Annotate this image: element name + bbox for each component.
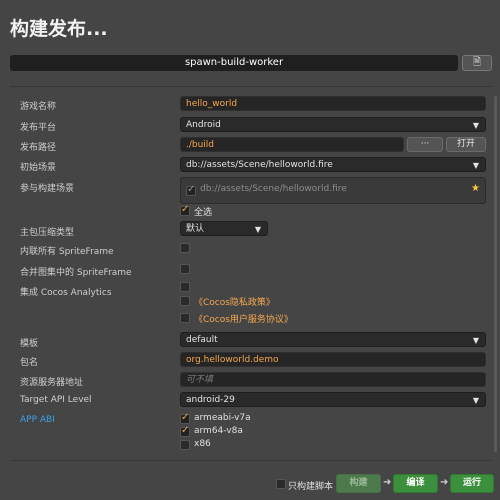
abi-arm64-label: arm64-v8a	[194, 426, 243, 436]
page-title: 构建发布...	[10, 18, 108, 40]
chevron-down-icon: ▼	[254, 225, 261, 234]
build-path-label: 发布路径	[20, 143, 57, 153]
package-label: 包名	[20, 358, 39, 368]
abi-armeabi-checkbox[interactable]	[180, 412, 190, 424]
start-scene-select[interactable]: db://assets/Scene/helloworld.fire ▼	[180, 157, 486, 172]
worker-bar: spawn-build-worker	[10, 55, 458, 71]
resource-server-input[interactable]: 可不填	[180, 372, 486, 387]
inline-spriteframe-label: 内联所有 SpriteFrame	[20, 247, 114, 257]
footer-divider	[10, 460, 492, 461]
select-all-label: 全选	[194, 208, 213, 218]
chevron-down-icon: ▼	[472, 121, 479, 130]
compression-value: 默认	[186, 224, 205, 234]
included-scenes-label: 参与构建场景	[20, 184, 75, 194]
template-value: default	[186, 335, 218, 345]
arrow-right-icon: ➜	[383, 477, 392, 488]
build-script-only-checkbox[interactable]	[276, 479, 286, 489]
start-scene-value: db://assets/Scene/helloworld.fire	[186, 160, 333, 170]
chevron-down-icon: ▼	[472, 396, 479, 405]
compile-button[interactable]: 编译	[393, 474, 438, 493]
arrow-right-icon: ➜	[440, 477, 449, 488]
compression-label: 主包压缩类型	[20, 228, 75, 238]
scene-checkbox[interactable]	[186, 184, 196, 196]
build-button[interactable]: 构建	[336, 474, 381, 493]
select-all-checkbox[interactable]	[180, 204, 190, 216]
app-abi-label[interactable]: APP ABI	[20, 415, 55, 425]
package-input[interactable]: org.helloworld.demo	[180, 352, 486, 367]
build-script-only-label: 只构建脚本	[288, 482, 334, 492]
scene-list: db://assets/Scene/helloworld.fire ★	[180, 177, 486, 204]
service-link[interactable]: 《Cocos用户服务协议》	[194, 312, 293, 325]
abi-armeabi-label: armeabi-v7a	[194, 413, 251, 423]
analytics-checkbox[interactable]	[180, 282, 190, 292]
abi-arm64-checkbox[interactable]	[180, 425, 190, 437]
inline-spriteframe-checkbox[interactable]	[180, 243, 190, 253]
target-api-value: android-29	[186, 395, 235, 405]
platform-value: Android	[186, 120, 221, 130]
platform-label: 发布平台	[20, 123, 57, 133]
chevron-down-icon: ▼	[472, 336, 479, 345]
analytics-label: 集成 Cocos Analytics	[20, 288, 112, 298]
document-button[interactable]: 🗎	[462, 55, 492, 71]
template-label: 模板	[20, 339, 39, 349]
service-checkbox[interactable]	[180, 313, 190, 323]
merge-spriteframe-checkbox[interactable]	[180, 264, 190, 274]
document-icon: 🗎	[472, 57, 482, 68]
browse-button[interactable]: ···	[407, 137, 443, 152]
game-name-input[interactable]: hello_world	[180, 96, 486, 111]
scrollbar[interactable]	[494, 96, 497, 452]
abi-x86-label: x86	[194, 439, 211, 449]
abi-x86-checkbox[interactable]	[180, 440, 190, 450]
build-path-input[interactable]: ./build	[180, 137, 404, 152]
target-api-label: Target API Level	[20, 395, 92, 405]
compression-select[interactable]: 默认 ▼	[180, 221, 268, 236]
target-api-select[interactable]: android-29 ▼	[180, 392, 486, 407]
open-button[interactable]: 打开	[446, 137, 486, 152]
chevron-down-icon: ▼	[472, 161, 479, 170]
game-name-label: 游戏名称	[20, 102, 57, 112]
star-icon: ★	[471, 183, 480, 194]
run-button[interactable]: 运行	[450, 474, 494, 493]
platform-select[interactable]: Android ▼	[180, 117, 486, 132]
template-select[interactable]: default ▼	[180, 332, 486, 347]
privacy-checkbox[interactable]	[180, 296, 190, 306]
privacy-link[interactable]: 《Cocos隐私政策》	[194, 295, 275, 308]
scene-path: db://assets/Scene/helloworld.fire	[200, 184, 347, 194]
resource-server-label: 资源服务器地址	[20, 378, 84, 388]
section-divider	[10, 86, 492, 87]
merge-spriteframe-label: 合并图集中的 SpriteFrame	[20, 268, 132, 278]
start-scene-label: 初始场景	[20, 163, 57, 173]
